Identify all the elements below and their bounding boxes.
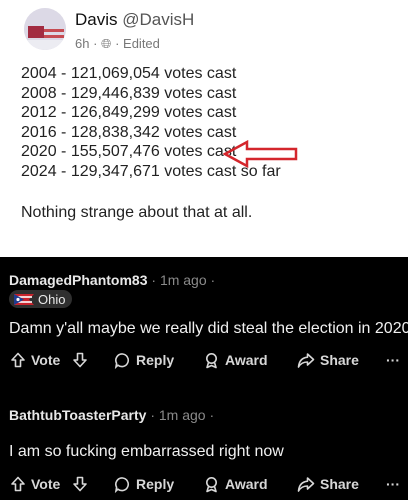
award-button[interactable]: Award: [203, 472, 268, 496]
comment-1-actions: Vote Reply Award Share ···: [0, 348, 408, 372]
upvote-arrow-icon: [11, 352, 25, 368]
reply-bubble-icon: [114, 476, 130, 493]
reply-bubble-icon: [114, 352, 130, 369]
post-author-handle[interactable]: @DavisH: [122, 10, 194, 29]
vote-label: Vote: [31, 352, 61, 368]
share-arrow-icon: [297, 352, 315, 368]
avatar[interactable]: [24, 8, 66, 50]
arrow-outline: [223, 140, 298, 168]
globe-icon: 🌐︎: [101, 36, 112, 51]
comment-1-time: 1m ago: [159, 272, 207, 288]
upvote-button[interactable]: Vote: [10, 472, 60, 496]
comment-1-username[interactable]: DamagedPhantom83: [9, 272, 147, 288]
post-note: Nothing strange about that at all.: [21, 204, 253, 221]
award-icon: [206, 352, 217, 368]
meta-separator: ·: [93, 36, 102, 51]
comment-2-time: 1m ago: [158, 407, 206, 423]
downvote-button[interactable]: [72, 348, 88, 372]
vote-label: Vote: [31, 476, 61, 492]
post-edited-label: Edited: [123, 36, 160, 51]
downvote-button[interactable]: [72, 472, 88, 496]
vote-count-line-2012: 2012 - 126,849,299 votes cast: [21, 104, 237, 121]
vote-count-line-2004: 2004 - 121,069,054 votes cast: [21, 65, 237, 82]
ohio-flag-icon: [14, 293, 34, 305]
share-label: Share: [320, 476, 359, 492]
more-icon: ···: [386, 352, 400, 368]
award-label: Award: [225, 352, 268, 368]
award-icon: [206, 476, 217, 492]
more-options-button[interactable]: ···: [386, 472, 400, 496]
share-label: Share: [320, 352, 359, 368]
share-arrow-icon: [297, 476, 315, 492]
flair-label: Ohio: [38, 291, 66, 307]
vote-count-line-2008: 2008 - 129,446,839 votes cast: [21, 84, 237, 102]
meta-separator: ·: [115, 36, 124, 51]
downvote-arrow-icon: [73, 476, 87, 492]
more-icon: ···: [386, 476, 400, 492]
comment-2-text: I am so fucking embarrassed right now: [9, 443, 284, 460]
comment-1-time-line: · 1m ago ·: [151, 272, 216, 288]
quoted-post: Davis @DavisH 6h · 🌐︎ · Edited 2004 - 12…: [0, 0, 408, 257]
downvote-arrow-icon: [73, 352, 87, 368]
reply-button[interactable]: Reply: [114, 472, 174, 496]
reply-label: Reply: [136, 476, 175, 492]
reply-button[interactable]: Reply: [114, 348, 174, 372]
post-author-name[interactable]: Davis: [75, 10, 118, 29]
award-button[interactable]: Award: [203, 348, 268, 372]
post-age: 6h: [75, 36, 90, 51]
post-author-line: Davis @DavisH: [75, 10, 194, 30]
comment-2-username[interactable]: BathtubToasterParty: [9, 407, 146, 423]
upvote-button[interactable]: Vote: [10, 348, 60, 372]
user-flair: Ohio: [9, 290, 73, 308]
flag-icon: [24, 8, 66, 50]
comment-2-actions: Vote Reply Award Share ···: [0, 472, 408, 496]
post-meta: 6h · 🌐︎ · Edited: [75, 36, 160, 52]
comment-2-header: BathtubToasterParty · 1m ago ·: [9, 407, 214, 423]
comment-1-header: DamagedPhantom83 · 1m ago ·: [9, 272, 215, 288]
more-options-button[interactable]: ···: [386, 348, 400, 372]
reply-label: Reply: [136, 352, 175, 368]
red-arrow-icon: [223, 140, 298, 168]
award-label: Award: [225, 476, 268, 492]
upvote-arrow-icon: [11, 476, 25, 492]
share-button[interactable]: Share: [297, 348, 359, 372]
share-button[interactable]: Share: [297, 472, 359, 496]
comment-1-text: Damn y'all maybe we really did steal the…: [9, 320, 408, 337]
comment-2-time-line: · 1m ago ·: [150, 407, 215, 423]
